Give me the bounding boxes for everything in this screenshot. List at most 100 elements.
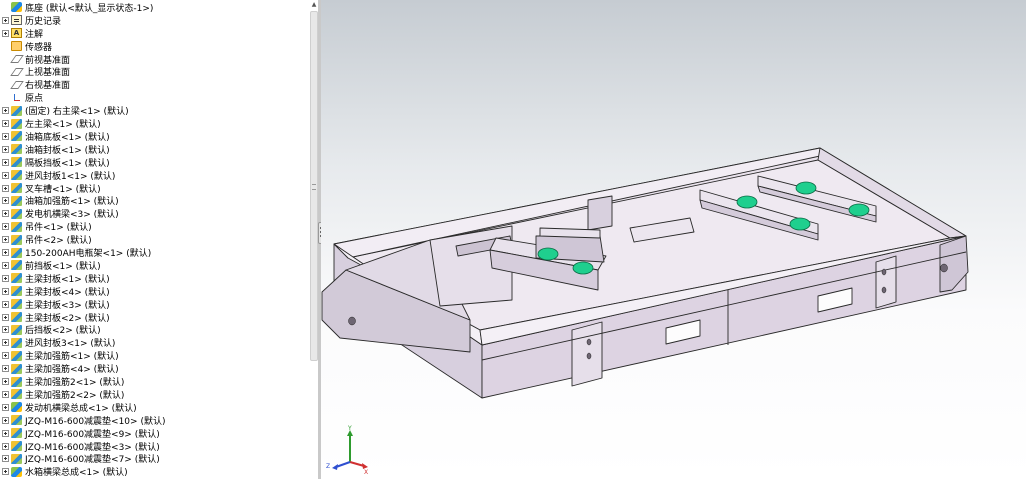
- stiffener-1: [571, 321, 603, 387]
- part-icon: [11, 376, 22, 387]
- annotation-icon: A: [11, 28, 22, 39]
- tree-item[interactable]: 主梁加强筋2<1> (默认): [0, 375, 310, 388]
- tree-item-label: 原点: [25, 94, 44, 105]
- expand-toggle-icon[interactable]: [2, 468, 9, 476]
- tree-item[interactable]: 前挡板<1> (默认): [0, 259, 310, 272]
- expand-toggle-icon[interactable]: [2, 403, 9, 411]
- frame-assembly[interactable]: [321, 147, 969, 399]
- plane-icon: [11, 68, 22, 76]
- tree-item[interactable]: 进风封板1<1> (默认): [0, 169, 310, 182]
- assembly-icon: [11, 2, 22, 13]
- scroll-up-arrow-icon[interactable]: ▲: [309, 0, 318, 10]
- tree-item[interactable]: A 注解: [0, 27, 310, 40]
- expand-toggle-icon[interactable]: [2, 274, 9, 282]
- damper-pad[interactable]: [572, 261, 594, 275]
- tree-item[interactable]: 发动机横梁总成<1> (默认): [0, 401, 310, 414]
- expand-toggle-icon[interactable]: [2, 313, 9, 321]
- expand-toggle-icon[interactable]: [2, 442, 9, 450]
- tree-item[interactable]: 右视基准面: [0, 78, 310, 91]
- tree-item[interactable]: 主梁封板<3> (默认): [0, 298, 310, 311]
- tree-item[interactable]: 主梁加强筋2<2> (默认): [0, 388, 310, 401]
- expand-toggle-icon[interactable]: [2, 171, 9, 179]
- tree-item[interactable]: 吊件<1> (默认): [0, 220, 310, 233]
- expand-toggle-icon[interactable]: [2, 300, 9, 308]
- tree-item-label: JZQ-M16-600减震垫<7> (默认): [25, 455, 160, 466]
- expand-toggle-icon[interactable]: [2, 197, 9, 205]
- tree-item[interactable]: 上视基准面: [0, 66, 310, 78]
- expand-toggle-icon[interactable]: [2, 158, 9, 166]
- expand-toggle-icon[interactable]: [2, 145, 9, 153]
- tree-item[interactable]: 历史记录: [0, 14, 310, 27]
- part-icon: [11, 234, 22, 245]
- part-icon: [11, 312, 22, 323]
- damper-pad[interactable]: [795, 181, 817, 195]
- expand-toggle-icon[interactable]: [2, 223, 9, 231]
- tree-item[interactable]: 主梁封板<1> (默认): [0, 272, 310, 285]
- tree-item[interactable]: 传感器: [0, 40, 310, 53]
- expand-toggle-icon[interactable]: [2, 184, 9, 192]
- tree-item[interactable]: 前视基准面: [0, 53, 310, 66]
- tree-item[interactable]: 叉车槽<1> (默认): [0, 182, 310, 195]
- tree-item[interactable]: JZQ-M16-600减震垫<10> (默认): [0, 414, 310, 427]
- expand-toggle-icon[interactable]: [2, 352, 9, 360]
- tree-item[interactable]: 水箱横梁总成<1> (默认): [0, 465, 310, 478]
- z-axis-arrow-icon: [332, 464, 338, 470]
- expand-toggle-icon[interactable]: [2, 378, 9, 386]
- tree-item[interactable]: 油箱加强筋<1> (默认): [0, 195, 310, 207]
- expand-toggle-icon[interactable]: [2, 132, 9, 140]
- expand-toggle-icon[interactable]: [2, 287, 9, 295]
- tree-item-label: 右视基准面: [25, 81, 71, 92]
- expand-toggle-icon[interactable]: [2, 416, 9, 424]
- tree-item[interactable]: 主梁加强筋<1> (默认): [0, 349, 310, 362]
- tree-item-label: 叉车槽<1> (默认): [25, 184, 101, 195]
- expand-toggle-icon[interactable]: [2, 339, 9, 347]
- damper-pad[interactable]: [848, 203, 870, 217]
- expand-toggle-icon[interactable]: [2, 210, 9, 218]
- expand-toggle-icon[interactable]: [2, 261, 9, 269]
- expand-toggle-icon[interactable]: [2, 120, 9, 128]
- tree-item-label: 底座 (默认<默认_显示状态-1>): [25, 3, 154, 14]
- tree-item[interactable]: (固定) 右主梁<1> (默认): [0, 104, 310, 117]
- tree-item[interactable]: 发电机横梁<3> (默认): [0, 207, 310, 220]
- x-axis-line: [349, 461, 365, 467]
- tree-item-label: 主梁加强筋2<1> (默认): [25, 378, 125, 389]
- tree-item[interactable]: 原点: [0, 91, 310, 104]
- expand-toggle-icon[interactable]: [2, 365, 9, 373]
- expand-toggle-icon[interactable]: [2, 16, 9, 24]
- tree-item[interactable]: 吊件<2> (默认): [0, 233, 310, 246]
- damper-pad[interactable]: [736, 195, 758, 209]
- tree-item[interactable]: 主梁封板<2> (默认): [0, 311, 310, 324]
- tree-item[interactable]: 进风封板3<1> (默认): [0, 336, 310, 349]
- tree-item[interactable]: JZQ-M16-600减震垫<7> (默认): [0, 453, 310, 466]
- expand-toggle-icon[interactable]: [2, 455, 9, 463]
- tree-item[interactable]: 150-200AH电瓶架<1> (默认): [0, 246, 310, 259]
- graphics-viewport[interactable]: Y X Z: [321, 0, 1026, 479]
- part-icon: [11, 299, 22, 310]
- expand-toggle-icon[interactable]: [2, 326, 9, 334]
- expand-toggle-icon[interactable]: [2, 107, 9, 115]
- part-icon: [11, 170, 22, 181]
- tree-item[interactable]: 底座 (默认<默认_显示状态-1>): [0, 1, 310, 14]
- tree-item[interactable]: JZQ-M16-600减震垫<9> (默认): [0, 427, 310, 440]
- tree-item[interactable]: 左主梁<1> (默认): [0, 117, 310, 130]
- expand-toggle-icon[interactable]: [2, 249, 9, 257]
- tree-item-label: 主梁封板<4> (默认): [25, 287, 110, 298]
- expand-toggle-icon[interactable]: [2, 236, 9, 244]
- tree-item[interactable]: 主梁加强筋<4> (默认): [0, 362, 310, 375]
- tree-item-label: JZQ-M16-600减震垫<3> (默认): [25, 442, 160, 453]
- tree-item[interactable]: 油箱底板<1> (默认): [0, 130, 310, 143]
- expand-toggle-icon[interactable]: [2, 390, 9, 398]
- tree-item[interactable]: 隔板挡板<1> (默认): [0, 156, 310, 169]
- damper-pad[interactable]: [789, 217, 811, 231]
- axis-triad: Y X Z: [326, 425, 368, 474]
- tree-item[interactable]: JZQ-M16-600减震垫<3> (默认): [0, 440, 310, 453]
- expand-toggle-icon[interactable]: [2, 429, 9, 437]
- tree-item-label: 150-200AH电瓶架<1> (默认): [25, 249, 152, 260]
- tree-item[interactable]: 油箱封板<1> (默认): [0, 143, 310, 156]
- damper-pad[interactable]: [537, 247, 559, 261]
- tree-item[interactable]: 主梁封板<4> (默认): [0, 285, 310, 298]
- tree-item[interactable]: 后挡板<2> (默认): [0, 324, 310, 336]
- expand-toggle-icon[interactable]: [2, 29, 9, 37]
- feature-manager-tree: 底座 (默认<默认_显示状态-1>) 历史记录 A 注解 传感器 前视基准面 上视基准面右视…: [0, 0, 318, 479]
- part-icon: [11, 363, 22, 374]
